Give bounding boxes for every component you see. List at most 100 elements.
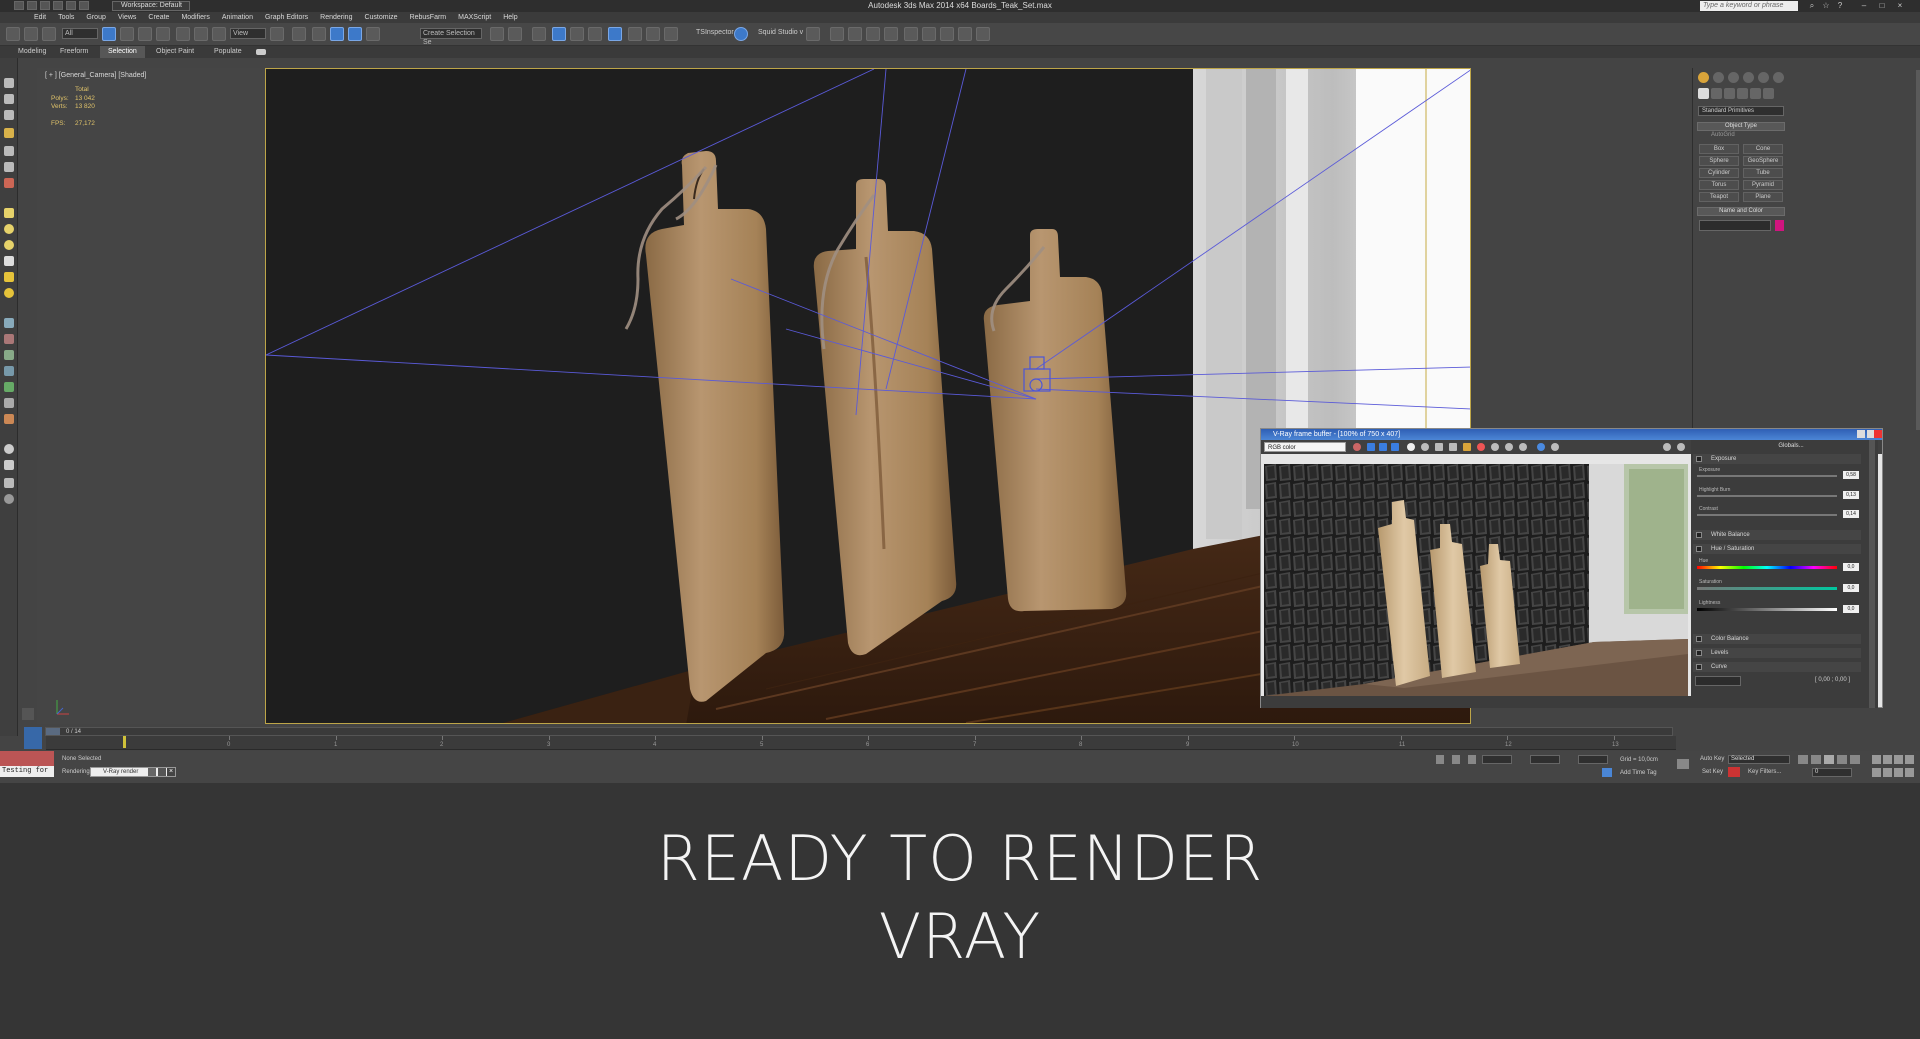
render-production-icon[interactable] <box>664 27 678 41</box>
scale-icon[interactable] <box>212 27 226 41</box>
folder-icon[interactable] <box>904 27 918 41</box>
hierarchy-tab-icon[interactable] <box>1728 72 1739 83</box>
curve-presets[interactable] <box>1695 676 1741 686</box>
hue-saturation-row[interactable]: Hue / Saturation <box>1693 544 1861 554</box>
maximize-icon[interactable]: □ <box>1876 1 1888 11</box>
vfb-load-icon[interactable] <box>1449 443 1457 451</box>
previous-frame-icon[interactable] <box>1811 755 1821 764</box>
menu-customize[interactable]: Customize <box>358 12 403 23</box>
box-icon[interactable] <box>4 208 14 218</box>
tsinspector-label[interactable]: TSInspector <box>696 29 734 36</box>
zoom-icon[interactable] <box>1872 755 1881 764</box>
contrast-slider[interactable] <box>1697 514 1837 516</box>
viewport-expand-icon[interactable] <box>22 708 34 720</box>
lightness-value[interactable]: 0,0 <box>1843 605 1859 613</box>
qr-icon[interactable] <box>734 27 748 41</box>
menu-graph-editors[interactable]: Graph Editors <box>259 12 314 23</box>
vfb-title[interactable]: V-Ray frame buffer - [100% of 750 x 407] <box>1261 429 1882 440</box>
play-icon[interactable] <box>1824 755 1834 764</box>
mini-curve-editor-icon[interactable] <box>24 727 42 749</box>
box-button[interactable]: Box <box>1699 144 1739 154</box>
omni-light-icon[interactable] <box>4 288 14 298</box>
vray-icon[interactable] <box>866 27 880 41</box>
render-setup-icon[interactable] <box>628 27 642 41</box>
snap-toggle-icon[interactable] <box>312 27 326 41</box>
plane-button[interactable]: Plane <box>1743 192 1783 202</box>
minimize-icon[interactable]: – <box>1858 1 1870 11</box>
color-balance-row[interactable]: Color Balance <box>1693 634 1861 644</box>
render-pin-icon[interactable] <box>158 768 166 776</box>
layer-explorer-icon[interactable] <box>4 94 14 104</box>
hue-slider[interactable] <box>1697 566 1837 569</box>
sphere-icon[interactable] <box>4 224 14 234</box>
vfb-track-mouse-icon[interactable] <box>1353 443 1361 451</box>
render-icon[interactable] <box>848 27 862 41</box>
help-star-icon[interactable]: ☆ <box>1820 1 1832 11</box>
script-icon[interactable] <box>806 27 820 41</box>
bind-space-warp-icon[interactable] <box>42 27 56 41</box>
teapot-icon[interactable] <box>830 27 844 41</box>
y-coordinate-field[interactable] <box>1530 755 1560 764</box>
autogrid-checkbox[interactable]: AutoGrid <box>1711 132 1735 138</box>
z-coordinate-field[interactable] <box>1578 755 1608 764</box>
add-time-tag[interactable]: Add Time Tag <box>1620 770 1657 776</box>
track-bar[interactable]: 0 1 2 3 4 5 6 7 8 9 10 11 12 13 <box>46 736 1676 750</box>
utilities-icon[interactable] <box>4 366 14 376</box>
cylinder-button[interactable]: Cylinder <box>1699 168 1739 178</box>
render-close-icon[interactable]: × <box>167 768 175 776</box>
menu-help[interactable]: Help <box>497 12 523 23</box>
counter-icon[interactable] <box>4 478 14 488</box>
next-frame-icon[interactable] <box>1837 755 1847 764</box>
mirror-icon[interactable] <box>490 27 504 41</box>
batch-render-icon[interactable] <box>958 27 972 41</box>
contrast-value[interactable]: 0,14 <box>1843 510 1859 518</box>
zoom-extents-all-icon[interactable] <box>1905 755 1914 764</box>
set-key-button[interactable]: Set Key <box>1702 769 1723 775</box>
menu-tools[interactable]: Tools <box>52 12 80 23</box>
torus-button[interactable]: Torus <box>1699 180 1739 190</box>
align-icon[interactable] <box>508 27 522 41</box>
torus-icon[interactable] <box>4 240 14 250</box>
geometry-category-icon[interactable] <box>1698 88 1709 99</box>
vfb-channel-dropdown[interactable]: RGB color <box>1264 442 1346 452</box>
object-type-rollout[interactable]: Object Type <box>1697 122 1785 131</box>
sphere-grey-icon[interactable] <box>4 444 14 454</box>
geometry-icon[interactable] <box>4 178 14 188</box>
lights-category-icon[interactable] <box>1724 88 1735 99</box>
reference-coord-dropdown[interactable]: View <box>230 28 266 39</box>
modify-tab-icon[interactable] <box>1713 72 1724 83</box>
vfb-lens-icon[interactable] <box>1519 443 1527 451</box>
motion-tab-icon[interactable] <box>1743 72 1754 83</box>
vfb-mono-icon[interactable] <box>1421 443 1429 451</box>
maximize-viewport-icon[interactable] <box>1905 768 1914 777</box>
vfb-green-channel-icon[interactable] <box>1379 443 1387 451</box>
spacewarps-category-icon[interactable] <box>1763 88 1774 99</box>
vfb-save-icon[interactable] <box>1435 443 1443 451</box>
ribbon-toggle-icon[interactable] <box>256 49 266 55</box>
image-icon[interactable] <box>922 27 936 41</box>
cone-icon[interactable] <box>4 256 14 266</box>
menu-modifiers[interactable]: Modifiers <box>175 12 215 23</box>
light-lister-icon[interactable] <box>884 27 898 41</box>
go-to-start-icon[interactable] <box>1798 755 1808 764</box>
go-to-end-icon[interactable] <box>1850 755 1860 764</box>
schematic-view-icon[interactable] <box>588 27 602 41</box>
utilities-tab-icon[interactable] <box>1773 72 1784 83</box>
maxscript-listener-bar[interactable] <box>0 751 54 766</box>
sphere-button[interactable]: Sphere <box>1699 156 1739 166</box>
corrections-scrollbar[interactable] <box>1869 440 1875 708</box>
lightness-slider[interactable] <box>1697 608 1837 611</box>
tab-freeform[interactable]: Freeform <box>60 46 88 58</box>
geosphere-button[interactable]: GeoSphere <box>1743 156 1783 166</box>
plant-icon[interactable] <box>4 382 14 392</box>
key-mode-dropdown[interactable]: Selected <box>1728 755 1790 764</box>
lock-selection-icon[interactable] <box>1436 755 1444 764</box>
vfb-region-icon[interactable] <box>1491 443 1499 451</box>
zoom-extents-icon[interactable] <box>1894 755 1903 764</box>
search-icon[interactable]: ⌕ <box>1806 1 1818 11</box>
auto-key-button[interactable]: Auto Key <box>1700 756 1724 762</box>
vfb-stop-icon[interactable] <box>1477 443 1485 451</box>
display-icon[interactable] <box>4 110 14 120</box>
saturation-slider[interactable] <box>1697 587 1837 590</box>
vfb-blue-channel-icon[interactable] <box>1391 443 1399 451</box>
